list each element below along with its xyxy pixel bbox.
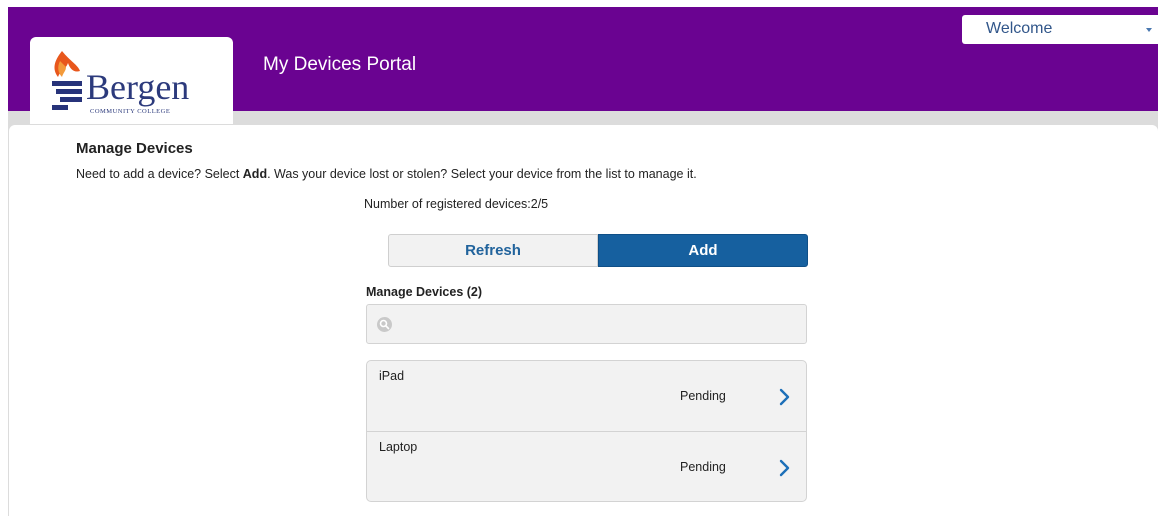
page-frame: Bergen COMMUNITY COLLEGE My Devices Port… [8,7,1158,516]
device-name: Laptop [379,440,418,454]
brand-name: Bergen [86,67,189,107]
brand-tagline: COMMUNITY COLLEGE [90,108,170,115]
device-name: iPad [379,369,405,383]
refresh-button[interactable]: Refresh [388,234,598,267]
chevron-right-icon[interactable] [779,459,791,477]
main-panel: Manage Devices Need to add a device? Sel… [9,125,1158,516]
instructions-after: . Was your device lost or stolen? Select… [267,167,697,181]
action-button-group: Refresh Add [388,234,808,267]
device-list-title: Manage Devices (2) [366,285,483,299]
caret-down-icon [1146,28,1152,32]
search-input[interactable] [397,313,801,337]
registered-devices-count: Number of registered devices:2/5 [364,197,549,211]
page-title: Manage Devices [76,140,193,157]
list-item-ipad[interactable]: iPad Pending [367,361,806,431]
instructions-text: Need to add a device? Select Add. Was yo… [76,167,697,181]
search-field[interactable] [366,304,807,344]
device-status: Pending [680,389,726,403]
header-bar: Bergen COMMUNITY COLLEGE My Devices Port… [8,7,1158,124]
instructions-emphasis: Add [242,167,268,181]
add-button[interactable]: Add [598,234,808,267]
search-icon [377,317,392,332]
list-item-laptop[interactable]: Laptop Pending [367,431,806,501]
device-status: Pending [680,460,726,474]
brand-logo[interactable]: Bergen COMMUNITY COLLEGE [30,37,233,124]
chevron-right-icon[interactable] [779,388,791,406]
device-list: iPad Pending Laptop Pending [366,360,807,502]
torch-icon: Bergen COMMUNITY COLLEGE [52,51,189,115]
app-title: My Devices Portal [263,54,417,75]
user-menu-label: Welcome [986,20,1053,37]
instructions-before: Need to add a device? Select [76,167,243,181]
user-menu-dropdown[interactable]: Welcome [962,15,1158,44]
